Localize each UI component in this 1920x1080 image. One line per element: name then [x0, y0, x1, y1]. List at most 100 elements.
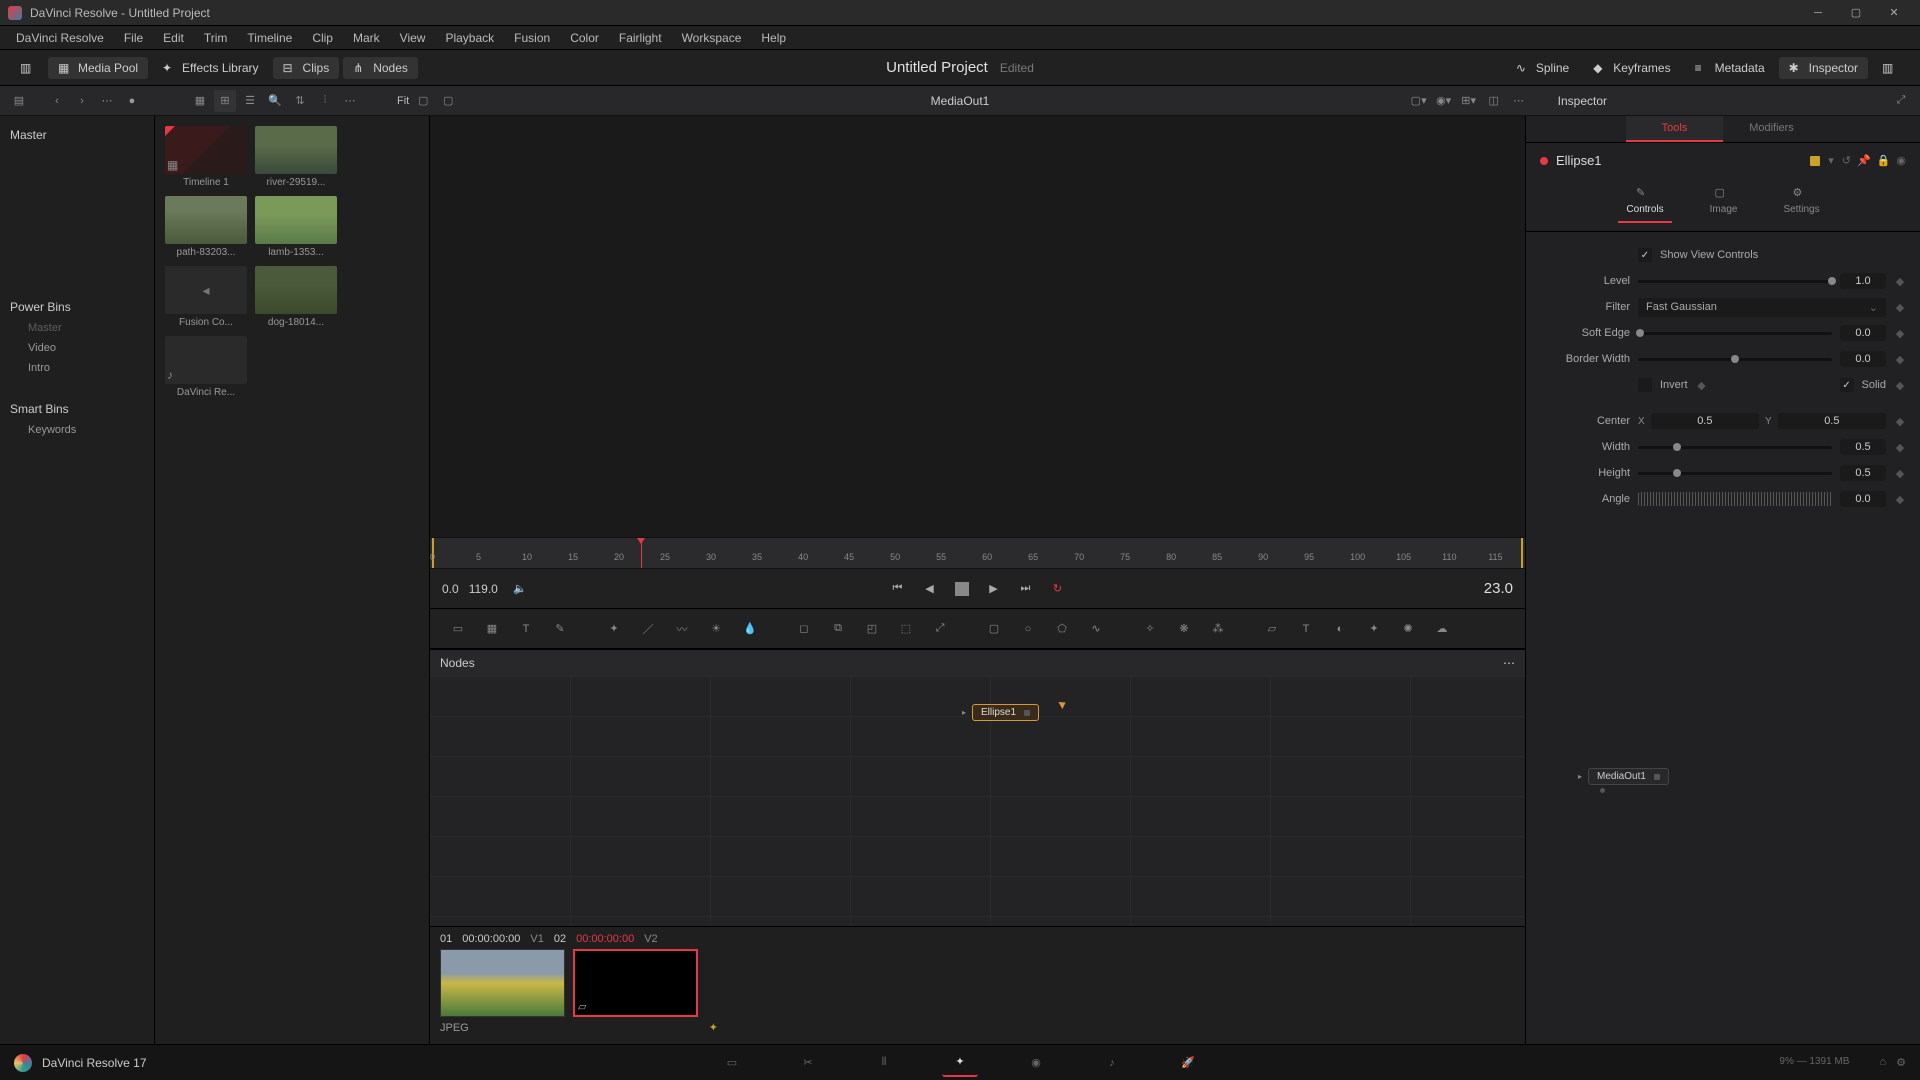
particle-emitter-tool[interactable]: ✧ [1136, 615, 1164, 643]
media-thumb[interactable]: path-83203... [165, 196, 247, 258]
layout-button[interactable]: ▥ [10, 57, 44, 79]
resize-tool[interactable]: ⤢ [926, 615, 954, 643]
viewer[interactable] [430, 116, 1525, 537]
nodes-canvas[interactable]: ▸ Ellipse1 ▸ MediaOut1 [430, 676, 1525, 926]
subtab-settings[interactable]: ⚙ Settings [1775, 186, 1827, 223]
menu-workspace[interactable]: Workspace [672, 26, 752, 49]
show-view-checkbox[interactable] [1638, 248, 1652, 262]
menu-davinci-resolve[interactable]: DaVinci Resolve [6, 26, 114, 49]
viewer-opt1-button[interactable]: ▢ [412, 90, 434, 112]
angle-keyframe[interactable]: ◆ [1894, 493, 1906, 506]
height-value[interactable]: 0.5 [1840, 465, 1886, 481]
level-slider[interactable] [1638, 280, 1832, 283]
softedge-value[interactable]: 0.0 [1840, 325, 1886, 341]
bin-master[interactable]: Master [8, 318, 146, 338]
shape3d-tool[interactable]: T [1292, 615, 1320, 643]
settings-icon[interactable]: ◉ [1896, 154, 1906, 167]
node-mediaout1[interactable]: MediaOut1 [1588, 768, 1669, 785]
menu-clip[interactable]: Clip [302, 26, 343, 49]
spline-button[interactable]: ∿Spline [1506, 57, 1579, 79]
background-tool[interactable]: ▭ [444, 615, 472, 643]
menu-timeline[interactable]: Timeline [237, 26, 302, 49]
clips-button[interactable]: ⊟Clips [273, 57, 340, 79]
audio-icon[interactable]: 🔈 [508, 577, 532, 601]
subtab-image[interactable]: ▢ Image [1702, 186, 1746, 223]
loop-button[interactable]: ↻ [1046, 577, 1070, 601]
node-effect-port[interactable] [1600, 788, 1605, 793]
media-thumb[interactable]: ♪DaVinci Re... [165, 336, 247, 398]
home-button[interactable]: ⌂ [1879, 1056, 1886, 1069]
timeline-ruler[interactable]: 0510152025303540455055606570758085909510… [430, 537, 1525, 569]
invert-checkbox[interactable] [1638, 378, 1652, 392]
cloud-tool[interactable]: ☁ [1428, 615, 1456, 643]
close-button[interactable]: ✕ [1876, 2, 1912, 24]
menu-view[interactable]: View [390, 26, 436, 49]
center-y-value[interactable]: 0.5 [1778, 413, 1886, 429]
camera3d-tool[interactable]: ◐ [1326, 615, 1354, 643]
inspector-button[interactable]: ✱Inspector [1779, 57, 1868, 79]
bin-keywords[interactable]: Keywords [8, 420, 146, 440]
lock-icon[interactable]: 🔒 [1877, 154, 1891, 167]
width-keyframe[interactable]: ◆ [1894, 441, 1906, 454]
page-edit[interactable]: ⫴ [866, 1049, 902, 1077]
invert-keyframe[interactable]: ◆ [1696, 379, 1708, 392]
reset-icon[interactable]: ↺ [1842, 154, 1851, 167]
solid-keyframe[interactable]: ◆ [1894, 379, 1906, 392]
fastnoise-tool[interactable]: ▦ [478, 615, 506, 643]
go-first-button[interactable]: ⏮ [886, 577, 910, 601]
metadata-button[interactable]: ≡Metadata [1685, 57, 1775, 79]
menu-edit[interactable]: Edit [153, 26, 194, 49]
angle-wheel[interactable] [1638, 492, 1832, 506]
borderwidth-keyframe[interactable]: ◆ [1894, 353, 1906, 366]
node-output-port[interactable] [1654, 774, 1660, 780]
menu-color[interactable]: Color [560, 26, 609, 49]
bspline-tool[interactable]: ∿ [1082, 615, 1110, 643]
versions-icon[interactable] [1810, 156, 1820, 166]
particle-merge-tool[interactable]: ⁂ [1204, 615, 1232, 643]
version-dropdown[interactable]: ▾ [1828, 154, 1834, 167]
search-button[interactable]: 🔍 [264, 90, 286, 112]
subtab-controls[interactable]: ✎ Controls [1618, 186, 1671, 223]
filter-keyframe[interactable]: ◆ [1894, 301, 1906, 314]
rectangle-tool[interactable]: ▢ [980, 615, 1008, 643]
image-plane-tool[interactable]: ▱ [1258, 615, 1286, 643]
channels-tool[interactable]: 〰 [668, 615, 696, 643]
media-thumb[interactable]: Fusion Co... [165, 266, 247, 328]
nav-fwd-button[interactable]: › [71, 90, 93, 112]
smart-bins-section[interactable]: Smart Bins [8, 398, 146, 420]
tab-tools[interactable]: Tools [1626, 116, 1723, 142]
level-value[interactable]: 1.0 [1840, 273, 1886, 289]
matte-tool[interactable]: ⬚ [892, 615, 920, 643]
page-media[interactable]: ▭ [714, 1049, 750, 1077]
transform-tool[interactable]: ◰ [858, 615, 886, 643]
media-thumb[interactable]: river-29519... [255, 126, 337, 188]
master-bin[interactable]: Master [8, 124, 146, 146]
menu-file[interactable]: File [114, 26, 153, 49]
page-cut[interactable]: ✂ [790, 1049, 826, 1077]
thumb-view-button[interactable]: ▦ [189, 90, 211, 112]
power-bins-section[interactable]: Power Bins [8, 296, 146, 318]
node-enable-dot[interactable] [1540, 157, 1548, 165]
keyframes-button[interactable]: ◆Keyframes [1583, 57, 1680, 79]
tracker-tool[interactable]: ✦ [600, 615, 628, 643]
minimize-button[interactable]: ─ [1800, 2, 1836, 24]
effects-library-button[interactable]: ✦Effects Library [152, 57, 268, 79]
color-picker-button[interactable]: ◉▾ [1433, 90, 1455, 112]
brightness-tool[interactable]: ／ [634, 615, 662, 643]
stop-button[interactable] [950, 577, 974, 601]
menu-mark[interactable]: Mark [343, 26, 390, 49]
softedge-keyframe[interactable]: ◆ [1894, 327, 1906, 340]
go-last-button[interactable]: ⏭ [1014, 577, 1038, 601]
hue-tool[interactable]: 💧 [736, 615, 764, 643]
bin-video[interactable]: Video [8, 338, 146, 358]
list-view-button[interactable]: ☰ [239, 90, 261, 112]
menu-fairlight[interactable]: Fairlight [609, 26, 672, 49]
borderwidth-value[interactable]: 0.0 [1840, 351, 1886, 367]
fit-dropdown[interactable]: Fit [397, 90, 409, 112]
bin-list-button[interactable]: ▤ [8, 90, 30, 112]
sort-button[interactable]: ⇅ [289, 90, 311, 112]
nav-back-button[interactable]: ‹ [46, 90, 68, 112]
softedge-slider[interactable] [1638, 332, 1832, 335]
text-tool[interactable]: T [512, 615, 540, 643]
page-deliver[interactable]: 🚀 [1170, 1049, 1206, 1077]
